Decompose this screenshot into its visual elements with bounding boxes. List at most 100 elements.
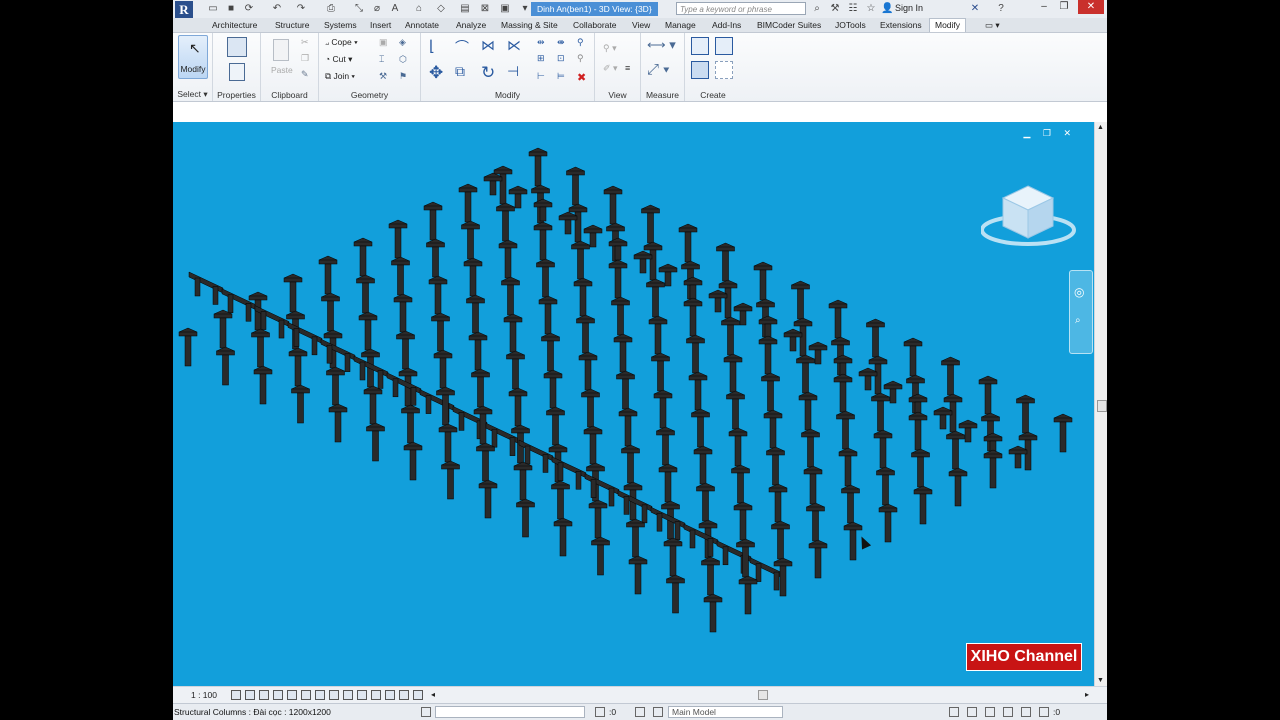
pile-column[interactable]: [428, 275, 448, 315]
pile-column[interactable]: [870, 392, 891, 432]
search-input[interactable]: Type a keyword or phrase: [676, 2, 806, 15]
pile-column[interactable]: [355, 274, 376, 314]
pile-column[interactable]: [768, 483, 788, 523]
select-pinned-icon[interactable]: [985, 707, 995, 717]
pile-column[interactable]: [908, 411, 928, 451]
pile-column[interactable]: [833, 373, 853, 413]
pile-column[interactable]: [615, 370, 636, 410]
pile-column[interactable]: [290, 384, 311, 424]
tab-insert[interactable]: Insert: [370, 19, 391, 32]
rendering-dialog-icon[interactable]: [287, 690, 297, 700]
pile-column[interactable]: [483, 172, 503, 196]
pile-column[interactable]: [543, 369, 563, 409]
pile-column[interactable]: [700, 556, 721, 596]
pile-column[interactable]: [395, 330, 416, 370]
pile-column[interactable]: [678, 223, 698, 263]
create-group-icon[interactable]: [691, 61, 709, 79]
measure-between-icon[interactable]: ⟷ ▾: [647, 37, 676, 53]
properties-icon[interactable]: [229, 63, 245, 81]
pile-cap-beam[interactable]: [683, 523, 719, 557]
temporary-view-properties-icon[interactable]: [385, 690, 395, 700]
vertical-scroll-thumb[interactable]: [1097, 400, 1107, 412]
pile-column[interactable]: [503, 313, 523, 353]
pile-column[interactable]: [353, 237, 373, 277]
pile-column[interactable]: [493, 165, 513, 205]
main-model-select[interactable]: Main Model: [668, 706, 783, 718]
pile-column[interactable]: [913, 485, 933, 525]
user-icon[interactable]: 👤: [881, 3, 893, 15]
paint-icon[interactable]: ⬡: [399, 54, 407, 65]
tab-architecture[interactable]: Architecture: [212, 19, 257, 32]
pile-column[interactable]: [358, 311, 378, 351]
pile-column[interactable]: [603, 185, 623, 225]
pile-column[interactable]: [683, 297, 703, 337]
trim-extend-icon[interactable]: ⊣: [507, 63, 519, 80]
pile-column[interactable]: [640, 204, 661, 244]
3d-view-icon[interactable]: ⌂: [413, 3, 425, 15]
panel-label-select[interactable]: Select ▾: [173, 89, 212, 100]
pile-column[interactable]: [608, 237, 628, 261]
pile-column[interactable]: [403, 441, 423, 481]
viewcube[interactable]: [981, 182, 1081, 262]
pile-column[interactable]: [665, 574, 686, 614]
pile-column[interactable]: [828, 299, 848, 339]
pile-column[interactable]: [578, 351, 598, 391]
crop-view-icon[interactable]: [315, 690, 325, 700]
analytical-model-icon[interactable]: [399, 690, 409, 700]
scroll-down-icon[interactable]: ▼: [1097, 677, 1104, 684]
pile-column[interactable]: [328, 403, 348, 443]
pile-column[interactable]: [618, 407, 638, 447]
scroll-left-icon[interactable]: ◂: [431, 690, 435, 699]
pile-column[interactable]: [695, 482, 716, 522]
override-graphics-icon[interactable]: ✐ ▾: [603, 63, 618, 74]
pile-column[interactable]: [758, 315, 778, 339]
rotate-icon[interactable]: ↻: [481, 63, 495, 83]
pile-column[interactable]: [783, 328, 803, 352]
pile-column[interactable]: [903, 337, 923, 377]
text-icon[interactable]: A: [389, 3, 401, 15]
sync-icon[interactable]: ⟳: [243, 3, 255, 15]
selection-filter-icon[interactable]: [1039, 707, 1049, 717]
pile-column[interactable]: [625, 518, 646, 558]
pile-column[interactable]: [983, 449, 1003, 489]
move-icon[interactable]: ✥: [429, 63, 443, 83]
pile-column[interactable]: [500, 276, 521, 316]
tab-view[interactable]: View: [632, 19, 650, 32]
design-options-icon[interactable]: [653, 707, 663, 717]
pile-cap-beam[interactable]: [386, 372, 422, 406]
pile-column[interactable]: [440, 460, 461, 500]
pile-column[interactable]: [765, 446, 786, 486]
pile-column[interactable]: [558, 211, 578, 235]
pile-column[interactable]: [283, 273, 303, 313]
pile-column[interactable]: [495, 202, 516, 242]
pile-column[interactable]: [538, 295, 558, 335]
pile-column[interactable]: [438, 423, 458, 463]
undo-icon[interactable]: ↶: [271, 3, 283, 15]
pile-column[interactable]: [393, 293, 413, 333]
pile-cap-model[interactable]: [173, 122, 1094, 686]
redo-icon[interactable]: ↷: [295, 3, 307, 15]
reveal-hidden-icon[interactable]: [357, 690, 367, 700]
pile-column[interactable]: [533, 198, 553, 222]
cut-icon[interactable]: ✂: [301, 37, 309, 48]
tab-extensions[interactable]: Extensions: [880, 19, 922, 32]
exchange-apps-icon[interactable]: ✕: [969, 3, 981, 15]
ribbon-toggle-icon[interactable]: ▭ ▾: [985, 19, 1000, 32]
pile-column[interactable]: [728, 427, 748, 467]
pile-column[interactable]: [685, 334, 706, 374]
pile-column[interactable]: [430, 312, 451, 352]
pile-column[interactable]: [213, 309, 233, 349]
pile-column[interactable]: [723, 353, 743, 393]
sign-in-link[interactable]: Sign In: [895, 3, 923, 13]
pile-column[interactable]: [425, 238, 446, 278]
temporary-hide-icon[interactable]: [343, 690, 353, 700]
pile-column[interactable]: [770, 520, 791, 560]
paste-icon[interactable]: [273, 39, 289, 61]
pile-column[interactable]: [653, 389, 673, 429]
mirror-axis-icon[interactable]: ⋈: [481, 37, 495, 54]
pile-column[interactable]: [693, 445, 713, 485]
pile-column[interactable]: [465, 294, 486, 334]
pile-cap-beam[interactable]: [188, 271, 224, 305]
view-scale[interactable]: 1 : 100: [191, 690, 217, 700]
modify-button[interactable]: ↖ Modify: [178, 35, 208, 79]
